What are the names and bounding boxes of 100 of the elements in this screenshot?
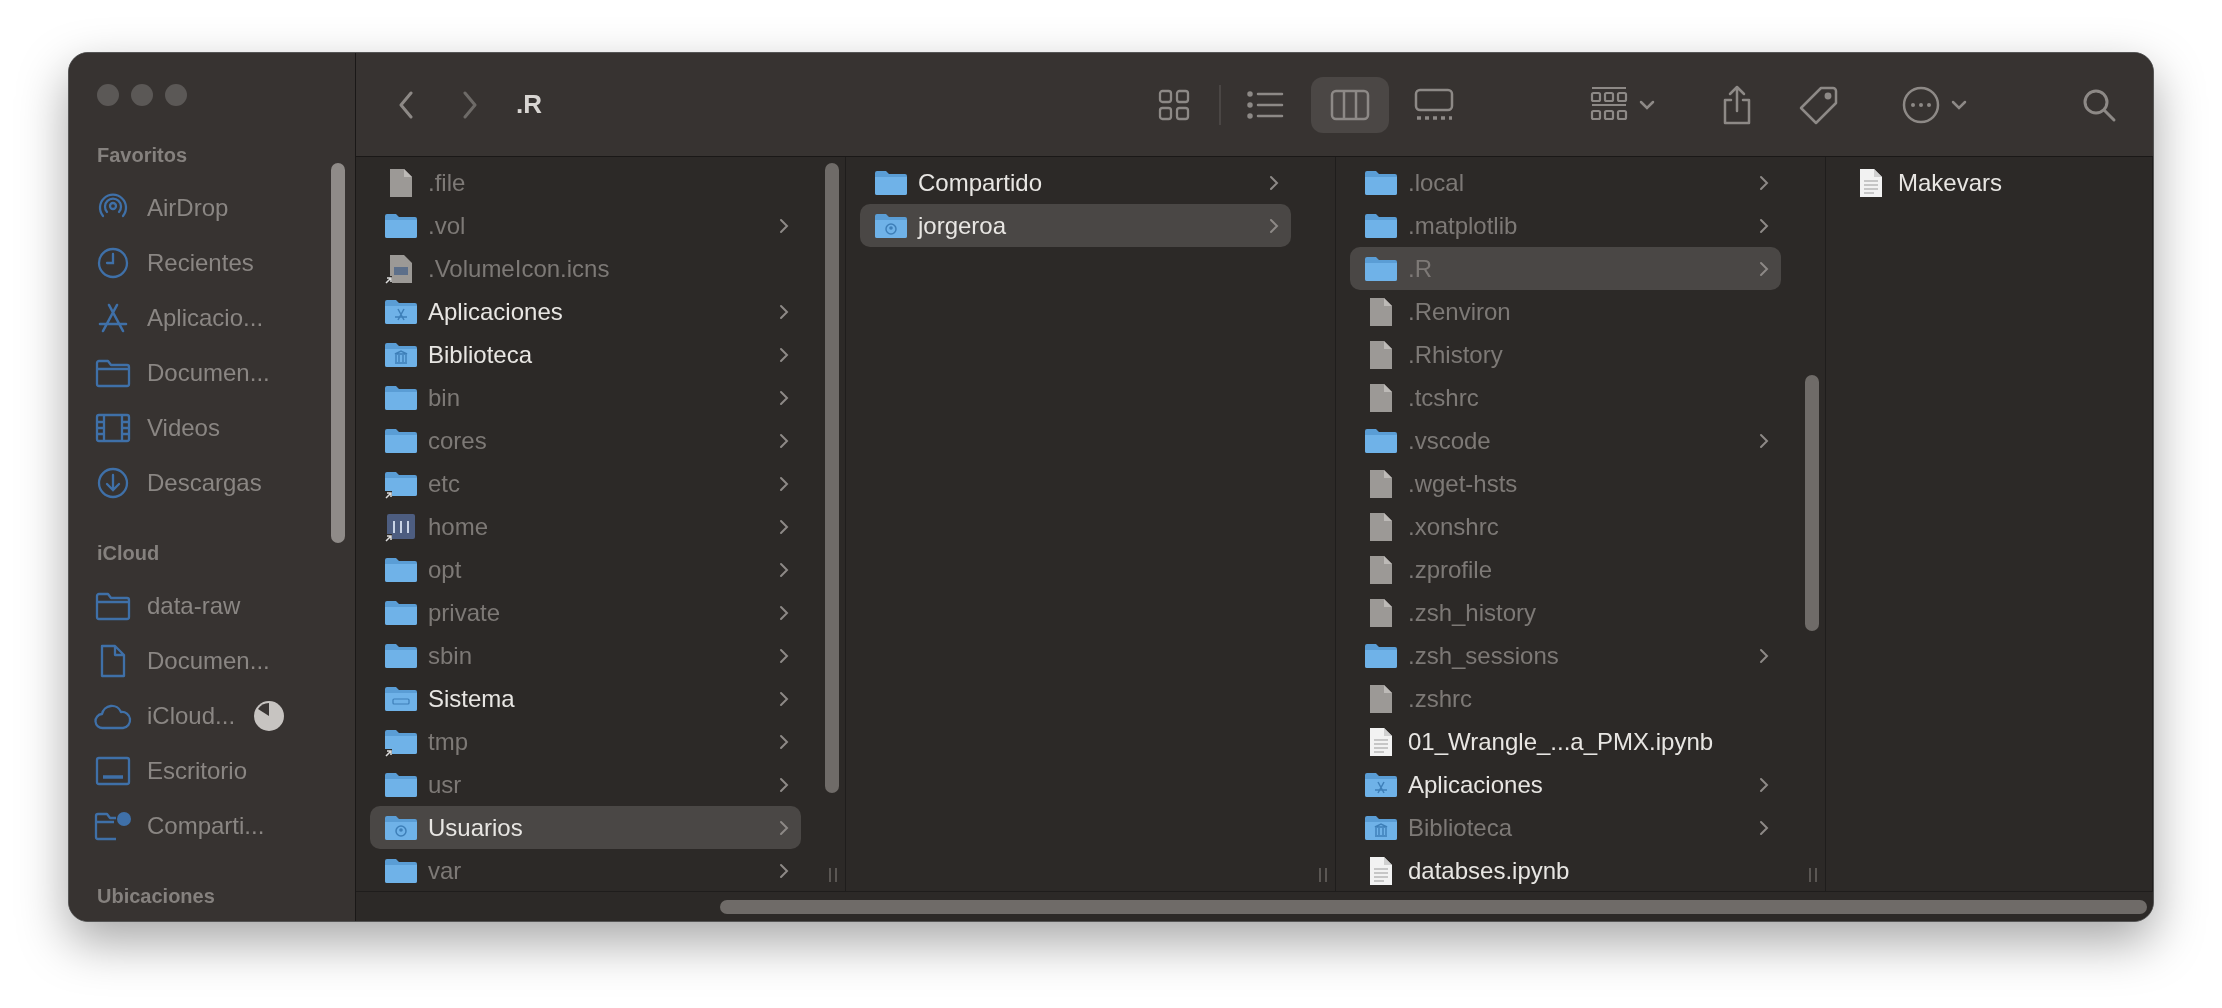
sidebar-section-header: Favoritos: [97, 143, 188, 168]
file-row[interactable]: cores: [370, 419, 801, 462]
chevron-right-icon: [1759, 260, 1769, 277]
file-row[interactable]: .vscode: [1350, 419, 1781, 462]
chevron-right-icon: [779, 561, 789, 578]
sidebar-item[interactable]: Documen...: [79, 633, 309, 688]
chevron-left-icon: [398, 90, 414, 119]
chevron-right-icon: [779, 518, 789, 535]
chevron-right-icon: [779, 862, 789, 879]
shared-folder-icon: [94, 809, 132, 842]
sidebar-item[interactable]: Videos: [79, 400, 309, 455]
zoom-window-button[interactable]: [165, 83, 187, 106]
sidebar-section-header: iCloud: [97, 541, 160, 566]
file-row[interactable]: sbin: [370, 634, 801, 677]
chevron-right-icon: [1759, 819, 1769, 836]
resize-handle-icon[interactable]: [1807, 867, 1819, 883]
scrollbar-thumb[interactable]: [720, 900, 2147, 914]
film-icon: [95, 412, 131, 443]
file-row[interactable]: etc: [370, 462, 801, 505]
more-icon: [1901, 84, 1941, 125]
chevron-right-icon: [779, 604, 789, 621]
chevron-right-icon: [1269, 217, 1279, 234]
file-row[interactable]: .vol: [370, 204, 801, 247]
chevron-right-icon: [1759, 432, 1769, 449]
folder-icon: [95, 357, 131, 388]
resize-handle-icon[interactable]: [1317, 867, 1329, 883]
file-row[interactable]: Biblioteca: [1350, 806, 1781, 849]
file-row[interactable]: .zshrc: [1350, 677, 1781, 720]
document-icon: [98, 643, 128, 678]
resize-handle-icon[interactable]: [827, 867, 839, 883]
column-view-icon: [1330, 88, 1370, 121]
file-row[interactable]: .Renviron: [1350, 290, 1781, 333]
desktop-icon: [95, 755, 131, 786]
scrollbar-thumb[interactable]: [1805, 375, 1819, 631]
folder-icon: [95, 590, 131, 621]
caret-icon: [1639, 99, 1655, 110]
close-window-button[interactable]: [97, 83, 119, 106]
scrollbar-thumb[interactable]: [331, 163, 345, 543]
file-row[interactable]: Aplicaciones: [1350, 763, 1781, 806]
file-row[interactable]: usr: [370, 763, 801, 806]
file-row[interactable]: .local: [1350, 161, 1781, 204]
chevron-right-icon: [1269, 174, 1279, 191]
file-row[interactable]: Sistema: [370, 677, 801, 720]
chevron-right-icon: [462, 90, 478, 119]
file-row[interactable]: .wget-hsts: [1350, 462, 1781, 505]
sidebar-item[interactable]: Escritorio: [79, 743, 309, 798]
sidebar-item[interactable]: Descargas: [79, 455, 309, 510]
chevron-right-icon: [779, 303, 789, 320]
progress-pie-icon: [253, 699, 286, 732]
file-row[interactable]: Aplicaciones: [370, 290, 801, 333]
sidebar-item[interactable]: data-raw: [79, 578, 309, 633]
sidebar-item[interactable]: iCloud...: [79, 688, 309, 743]
file-row[interactable]: private: [370, 591, 801, 634]
file-row[interactable]: 01_Wrangle_...a_PMX.ipynb: [1350, 720, 1781, 763]
chevron-right-icon: [1759, 174, 1769, 191]
list-view-icon: [1247, 89, 1285, 120]
file-row[interactable]: .zprofile: [1350, 548, 1781, 591]
tag-icon: [1799, 84, 1839, 125]
download-icon: [96, 465, 130, 500]
gallery-view-icon: [1414, 87, 1454, 122]
file-row[interactable]: .file: [370, 161, 801, 204]
chevron-right-icon: [779, 346, 789, 363]
file-row[interactable]: opt: [370, 548, 801, 591]
file-row[interactable]: Usuarios: [370, 806, 801, 849]
file-row[interactable]: .zsh_history: [1350, 591, 1781, 634]
file-row[interactable]: .tcshrc: [1350, 376, 1781, 419]
file-row[interactable]: databses.ipynb: [1350, 849, 1781, 891]
chevron-right-icon: [1759, 217, 1769, 234]
chevron-right-icon: [779, 690, 789, 707]
chevron-right-icon: [1759, 776, 1769, 793]
chevron-right-icon: [779, 647, 789, 664]
clock-icon: [96, 245, 130, 280]
file-row[interactable]: .xonshrc: [1350, 505, 1781, 548]
file-row[interactable]: var: [370, 849, 801, 891]
sidebar-section-header: Ubicaciones: [97, 884, 215, 909]
chevron-right-icon: [779, 776, 789, 793]
scrollbar-thumb[interactable]: [825, 163, 839, 793]
sidebar-item[interactable]: Aplicacio...: [79, 290, 309, 345]
chevron-right-icon: [779, 389, 789, 406]
sidebar-item[interactable]: Comparti...: [79, 798, 309, 853]
file-row[interactable]: .zsh_sessions: [1350, 634, 1781, 677]
icon-view-icon: [1157, 87, 1191, 122]
file-row[interactable]: jorgeroa: [860, 204, 1291, 247]
file-row[interactable]: bin: [370, 376, 801, 419]
sidebar-item[interactable]: AirDrop: [79, 180, 309, 235]
minimize-window-button[interactable]: [131, 83, 153, 106]
chevron-right-icon: [779, 475, 789, 492]
view-mode-button[interactable]: [1311, 76, 1389, 133]
file-row[interactable]: tmp: [370, 720, 801, 763]
file-row[interactable]: .Rhistory: [1350, 333, 1781, 376]
file-row[interactable]: Biblioteca: [370, 333, 801, 376]
file-row[interactable]: Makevars: [1840, 161, 2108, 204]
file-row[interactable]: .VolumeIcon.icns: [370, 247, 801, 290]
sidebar-item[interactable]: Recientes: [79, 235, 309, 290]
file-row[interactable]: .matplotlib: [1350, 204, 1781, 247]
file-row[interactable]: home: [370, 505, 801, 548]
file-row[interactable]: Compartido: [860, 161, 1291, 204]
chevron-right-icon: [779, 217, 789, 234]
chevron-right-icon: [1759, 647, 1769, 664]
sidebar-item[interactable]: Documen...: [79, 345, 309, 400]
